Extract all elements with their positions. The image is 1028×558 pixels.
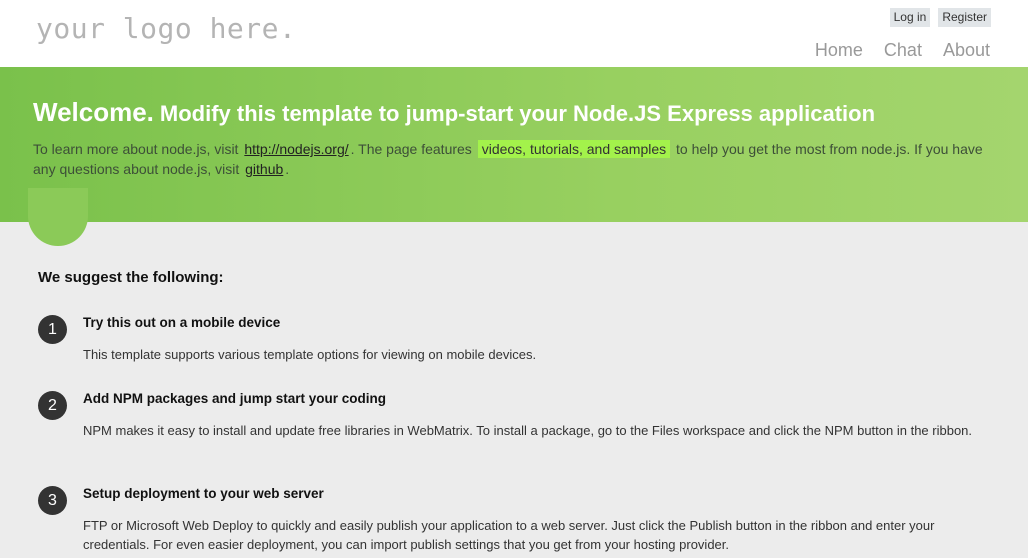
suggest-heading: We suggest the following: bbox=[38, 269, 224, 286]
nav-chat[interactable]: Chat bbox=[884, 40, 922, 61]
step-title: Try this out on a mobile device bbox=[83, 315, 281, 330]
nodejs-link[interactable]: http://nodejs.org/ bbox=[244, 141, 348, 157]
page: your logo here. Log in Register Home Cha… bbox=[0, 0, 1028, 558]
step-title: Add NPM packages and jump start your cod… bbox=[83, 391, 387, 406]
welcome-heading: Welcome. bbox=[33, 97, 154, 127]
step-number-badge: 2 bbox=[38, 391, 67, 420]
intro-text-2: . The page features bbox=[350, 141, 472, 157]
step-description: FTP or Microsoft Web Deploy to quickly a… bbox=[83, 518, 935, 552]
page-title: Welcome. Modify this template to jump-sta… bbox=[33, 92, 875, 129]
nav-about[interactable]: About bbox=[943, 40, 990, 61]
site-logo[interactable]: your logo here. bbox=[36, 12, 296, 45]
featured-bubble-decoration bbox=[28, 188, 88, 246]
welcome-subheading: Modify this template to jump-start your … bbox=[159, 101, 876, 126]
step-description: This template supports various template … bbox=[83, 347, 537, 362]
login-link[interactable]: Log in bbox=[889, 8, 931, 27]
register-link[interactable]: Register bbox=[938, 8, 991, 27]
intro-text-1: To learn more about node.js, visit bbox=[33, 141, 239, 157]
highlight-text: videos, tutorials, and samples bbox=[477, 140, 671, 158]
nav-home[interactable]: Home bbox=[815, 40, 863, 61]
step-title: Setup deployment to your web server bbox=[83, 486, 324, 501]
github-link[interactable]: github bbox=[245, 161, 283, 177]
step-number-badge: 3 bbox=[38, 486, 67, 515]
step-description: NPM makes it easy to install and update … bbox=[83, 423, 973, 438]
main-nav: Home Chat About bbox=[815, 40, 990, 61]
intro-paragraph: To learn more about node.js, visit http:… bbox=[33, 139, 993, 179]
auth-links: Log in Register bbox=[889, 8, 991, 27]
step-number-badge: 1 bbox=[38, 315, 67, 344]
site-header: your logo here. Log in Register Home Cha… bbox=[0, 0, 1028, 67]
intro-text-4: . bbox=[285, 161, 290, 177]
